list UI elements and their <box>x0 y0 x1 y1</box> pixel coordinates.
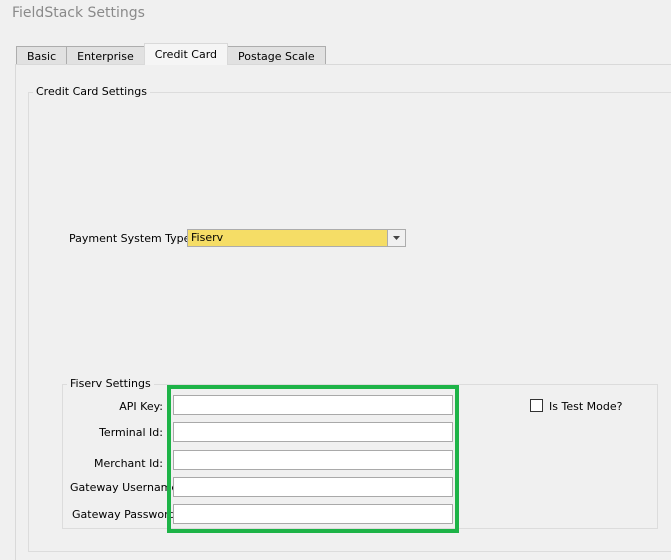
merchant-id-input[interactable] <box>173 450 453 470</box>
payment-system-type-select[interactable]: Fiserv <box>187 229 406 247</box>
test-mode-label[interactable]: Is Test Mode? <box>549 400 622 413</box>
tab-enterprise[interactable]: Enterprise <box>66 46 145 65</box>
terminal-id-label: Terminal Id: <box>99 426 163 439</box>
dropdown-button[interactable] <box>387 230 405 246</box>
test-mode-checkbox[interactable] <box>530 399 543 412</box>
merchant-id-label: Merchant Id: <box>93 457 163 470</box>
gateway-password-input[interactable] <box>173 504 453 524</box>
api-key-label: API Key: <box>119 400 163 413</box>
tab-strip: Basic Enterprise Credit Card Postage Sca… <box>16 43 326 65</box>
chevron-down-icon <box>393 236 400 240</box>
payment-system-type-value: Fiserv <box>191 231 224 244</box>
terminal-id-input[interactable] <box>173 422 453 442</box>
api-key-input[interactable] <box>173 395 453 415</box>
gateway-username-label: Gateway Username <box>70 481 179 494</box>
fiserv-settings-title: Fiserv Settings <box>67 377 154 390</box>
gateway-password-label: Gateway Password <box>72 508 176 521</box>
window-title: FieldStack Settings <box>12 5 145 21</box>
gateway-username-input[interactable] <box>173 477 453 497</box>
tab-postage-scale[interactable]: Postage Scale <box>227 46 326 65</box>
payment-system-type-label: Payment System Type: <box>69 232 195 245</box>
tab-basic[interactable]: Basic <box>16 46 68 65</box>
credit-card-settings-title: Credit Card Settings <box>33 85 150 98</box>
tab-credit-card[interactable]: Credit Card <box>143 43 229 65</box>
